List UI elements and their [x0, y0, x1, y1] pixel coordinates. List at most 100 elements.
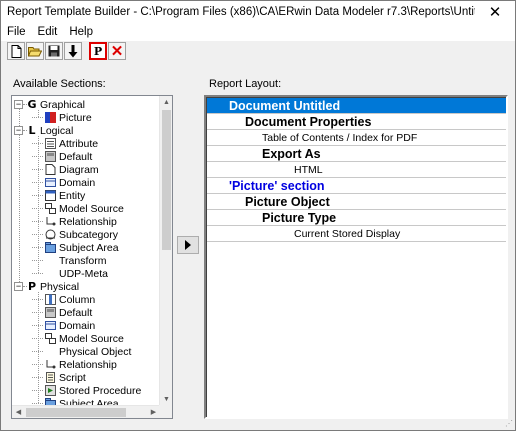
relationship-icon [45, 359, 56, 370]
tree-item-label: Relationship [59, 358, 117, 371]
layout-row[interactable]: 'Picture' section [207, 178, 506, 194]
picture-icon [45, 112, 56, 123]
tree-item-label: Script [59, 371, 86, 384]
delete-button[interactable]: ✕ [108, 42, 126, 60]
tree-item[interactable]: Default [32, 150, 92, 163]
tree-item-label: Domain [59, 319, 96, 332]
tree-vertical-scroll-thumb[interactable] [162, 110, 171, 250]
tree-item-label: Subject Area [59, 241, 119, 254]
tree-connector [23, 104, 27, 105]
blank-icon [45, 268, 56, 279]
available-sections-label: Available Sections: [13, 78, 106, 90]
tree-item[interactable]: Domain [32, 319, 95, 332]
layout-row[interactable]: Table of Contents / Index for PDF [207, 130, 506, 146]
tree-item[interactable]: Relationship [32, 358, 117, 371]
layout-row[interactable]: Export As [207, 146, 506, 162]
tree-item[interactable]: Transform [32, 254, 106, 267]
layout-row-label: Table of Contents / Index for PDF [262, 131, 418, 144]
tree-item[interactable]: Relationship [32, 215, 117, 228]
tree-horizontal-scrollbar[interactable]: ◀ ▶ [12, 405, 160, 418]
tree-item[interactable]: Subcategory [32, 228, 118, 241]
menu-file[interactable]: File [1, 26, 32, 38]
group-letter-icon: G [27, 98, 37, 111]
tree-item-label: Default [59, 306, 93, 319]
layout-row[interactable]: Current Stored Display [207, 226, 506, 242]
tree-item-label: Model Source [59, 202, 124, 215]
add-section-button[interactable] [177, 236, 199, 254]
resize-grip-icon[interactable]: ⋰ [505, 419, 513, 428]
tree-group-physical[interactable]: − P Physical [14, 280, 79, 293]
tree-group-logical[interactable]: − L Logical [14, 124, 73, 137]
collapse-minus-icon[interactable]: − [14, 126, 23, 135]
tree-item[interactable]: Model Source [32, 202, 124, 215]
new-document-button[interactable] [7, 42, 25, 60]
default-icon [45, 151, 56, 162]
tree-item-label: Logical [40, 124, 74, 137]
group-letter-icon: L [28, 124, 36, 137]
scroll-left-arrow-icon[interactable]: ◀ [12, 406, 25, 418]
collapse-minus-icon[interactable]: − [14, 282, 23, 291]
tree-item[interactable]: Diagram [32, 163, 99, 176]
tree-item-label: Graphical [40, 98, 85, 111]
tree-content: − G Graphical Picture − L Logical Attribute Defa… [12, 96, 160, 406]
save-button[interactable] [45, 42, 63, 60]
tree-item[interactable]: Entity [32, 189, 85, 202]
scroll-up-arrow-icon[interactable]: ▲ [160, 96, 172, 109]
open-button[interactable] [26, 42, 44, 60]
column-icon [45, 294, 56, 305]
layout-row-label: Export As [262, 146, 321, 161]
layout-row[interactable]: Picture Type [207, 210, 506, 226]
window-title: Report Template Builder - C:\Program Fil… [7, 6, 475, 18]
layout-row[interactable]: Picture Object [207, 194, 506, 210]
tree-connector [38, 292, 39, 403]
available-sections-tree[interactable]: − G Graphical Picture − L Logical Attribute Defa… [11, 95, 173, 419]
tree-item[interactable]: Column [32, 293, 95, 306]
layout-row[interactable]: Document Properties [207, 114, 506, 130]
tree-item-label: Stored Procedure [59, 384, 142, 397]
picture-section-button[interactable]: P [89, 42, 107, 60]
tree-connector [32, 273, 43, 274]
tree-item[interactable]: Physical Object [32, 345, 131, 358]
tree-item-label: Diagram [59, 163, 99, 176]
layout-row[interactable]: Document Untitled [207, 98, 506, 114]
menu-edit[interactable]: Edit [32, 26, 64, 38]
report-layout-list[interactable]: Document Untitled Document Properties Tabl… [204, 95, 508, 419]
menu-help[interactable]: Help [63, 26, 99, 38]
tree-connector [32, 403, 43, 404]
menu-bar: File Edit Help [1, 23, 515, 41]
tree-item[interactable]: Model Source [32, 332, 124, 345]
blank-icon [45, 346, 56, 357]
layout-row-label: Document Properties [245, 114, 372, 129]
tree-item[interactable]: Stored Procedure [32, 384, 141, 397]
tree-connector [38, 136, 39, 273]
tree-connector [23, 286, 27, 287]
layout-row-label: Picture Object [245, 194, 330, 209]
tree-item[interactable]: Script [32, 371, 86, 384]
collapse-minus-icon[interactable]: − [14, 100, 23, 109]
title-bar: Report Template Builder - C:\Program Fil… [1, 1, 515, 23]
tree-item[interactable]: Subject Area [32, 241, 119, 254]
tree-item[interactable]: UDP-Meta [32, 267, 108, 280]
tree-item-label: Model Source [59, 332, 124, 345]
picture-p-icon: P [93, 44, 103, 58]
tree-vertical-scrollbar[interactable]: ▲ ▼ [159, 96, 172, 406]
layout-row[interactable]: HTML [207, 162, 506, 178]
tree-connector [32, 117, 43, 118]
tree-item-label: Physical Object [59, 345, 132, 358]
layout-row-label: Picture Type [262, 210, 337, 225]
tree-horizontal-scroll-thumb[interactable] [26, 408, 126, 417]
close-window-button[interactable]: ✕ [475, 1, 515, 23]
diagram-icon [45, 164, 56, 175]
tree-group-graphical[interactable]: − G Graphical [14, 98, 85, 111]
tree-item-label: Default [59, 150, 93, 163]
tree-item[interactable]: Picture [32, 111, 92, 124]
download-arrow-icon [68, 44, 78, 57]
tree-item[interactable]: Domain [32, 176, 95, 189]
tree-item[interactable]: Attribute [32, 137, 98, 150]
tree-item-label: Column [59, 293, 96, 306]
entity-icon [45, 190, 56, 201]
toolbar: P ✕ [1, 41, 515, 61]
open-folder-icon [28, 47, 42, 57]
import-button[interactable] [64, 42, 82, 60]
tree-item[interactable]: Default [32, 306, 92, 319]
